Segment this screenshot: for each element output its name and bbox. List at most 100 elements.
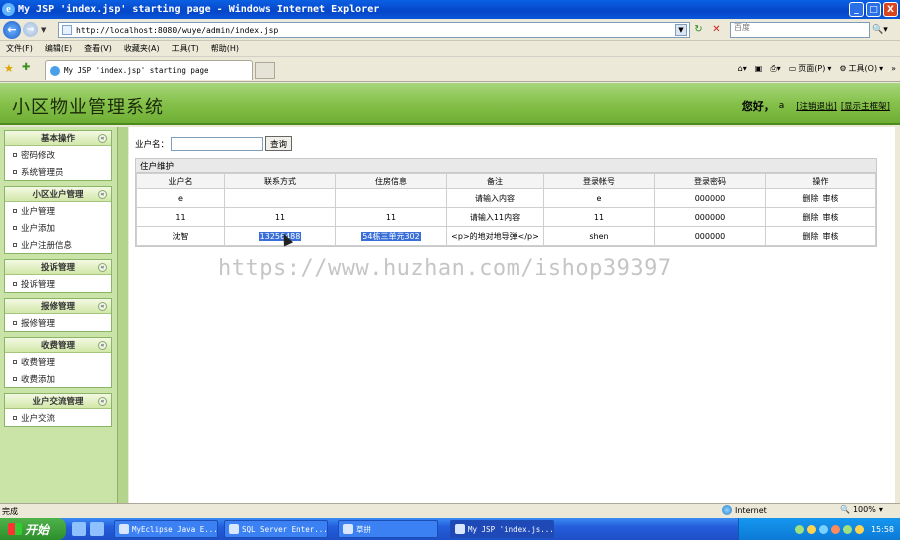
sidebar-group-communication: 业户交流管理 « 业户交流: [4, 393, 112, 427]
forward-arrow-icon[interactable]: →: [23, 22, 38, 37]
system-tray: 15:58: [738, 518, 900, 540]
status-text: 完成: [2, 506, 18, 516]
address-dropdown-icon[interactable]: ▼: [675, 24, 687, 36]
sidebar-item-admins[interactable]: 系统管理员: [5, 163, 111, 180]
toolbar-overflow-icon[interactable]: »: [891, 64, 896, 73]
taskbar-item-ie[interactable]: My JSP 'index.js...: [450, 520, 554, 538]
url-input[interactable]: [76, 25, 636, 35]
review-link[interactable]: 审核: [823, 232, 839, 241]
feeds-icon[interactable]: ▣: [755, 64, 763, 73]
menu-edit[interactable]: 编辑(E): [45, 43, 72, 54]
bullet-icon: [13, 281, 17, 286]
bullet-icon: [13, 152, 17, 157]
search-field[interactable]: [730, 22, 870, 38]
review-link[interactable]: 审核: [823, 213, 839, 222]
sidebar-item-fee-add[interactable]: 收费添加: [5, 370, 111, 387]
cell: [335, 188, 447, 208]
menu-file[interactable]: 文件(F): [6, 43, 33, 54]
collapse-icon[interactable]: «: [98, 134, 107, 143]
address-toolbar: ← → ▼ ▼ ↻ ✕ 🔍▾: [0, 19, 900, 41]
favorites-star-icon[interactable]: ★: [4, 62, 14, 75]
resident-panel: 住户维护 业户名 联系方式 住房信息 备注 登录帐号 登录密码 操作 e 请输入…: [135, 158, 877, 247]
app-icon: [119, 524, 129, 534]
collapse-icon[interactable]: «: [98, 263, 107, 272]
tray-icon[interactable]: [842, 524, 852, 534]
print-icon[interactable]: ⎙▾: [770, 64, 780, 74]
delete-link[interactable]: 删除: [803, 213, 819, 222]
tray-icon[interactable]: [818, 524, 828, 534]
home-icon[interactable]: ⌂▾: [738, 64, 747, 73]
menu-favorites[interactable]: 收藏夹(A): [124, 43, 160, 54]
back-arrow-icon[interactable]: ←: [3, 20, 21, 39]
sidebar-item-communication[interactable]: 业户交流: [5, 409, 111, 426]
collapse-icon[interactable]: «: [98, 190, 107, 199]
collapse-icon[interactable]: «: [98, 397, 107, 406]
stop-icon[interactable]: ✕: [710, 23, 723, 36]
refresh-icon[interactable]: ↻: [692, 23, 705, 36]
tray-icon[interactable]: [806, 524, 816, 534]
logout-link[interactable]: [注销退出]: [796, 100, 837, 112]
sidebar-group-header[interactable]: 基本操作 «: [5, 131, 111, 146]
sidebar-item-resident-add[interactable]: 业户添加: [5, 219, 111, 236]
collapse-icon[interactable]: «: [98, 341, 107, 350]
new-tab-button[interactable]: [255, 62, 275, 79]
sidebar-item-repair-manage[interactable]: 报修管理: [5, 314, 111, 331]
cell: 000000: [654, 188, 766, 208]
tray-icon[interactable]: [794, 524, 804, 534]
zoom-control[interactable]: 🔍 100% ▾: [840, 505, 883, 514]
minimize-button[interactable]: _: [849, 2, 864, 17]
ie-quicklaunch-icon[interactable]: [90, 522, 104, 536]
history-dropdown-icon[interactable]: ▼: [41, 26, 46, 34]
sidebar-item-resident-registration[interactable]: 业户注册信息: [5, 236, 111, 253]
column-header: 业户名: [136, 173, 225, 189]
ie-logo-icon: e: [2, 3, 15, 16]
collapse-icon[interactable]: «: [98, 302, 107, 311]
search-engine-input[interactable]: [734, 23, 854, 32]
taskbar-item-draft[interactable]: 草拼: [338, 520, 438, 538]
clock: 15:58: [870, 524, 894, 534]
cell: e: [136, 188, 225, 208]
tray-icon[interactable]: [854, 524, 864, 534]
sidebar-group-header[interactable]: 小区业户管理 «: [5, 187, 111, 202]
sidebar-item-label: 系统管理员: [21, 167, 64, 178]
windows-flag-icon: [8, 523, 22, 535]
sidebar-item-resident-manage[interactable]: 业户管理: [5, 202, 111, 219]
sidebar-group-header[interactable]: 业户交流管理 «: [5, 394, 111, 409]
sidebar-group-header[interactable]: 投诉管理 «: [5, 260, 111, 275]
left-sidebar: 基本操作 « 密码修改 系统管理员 小区业户管理 « 业户管理 业户添加 业户注…: [0, 127, 128, 503]
security-zone[interactable]: Internet: [722, 505, 767, 515]
taskbar-item-myeclipse[interactable]: MyEclipse Java E...: [114, 520, 218, 538]
actions-cell: 删除 审核: [765, 226, 876, 246]
review-link[interactable]: 审核: [823, 194, 839, 203]
sidebar-group-title: 收费管理: [40, 341, 75, 351]
menu-tools[interactable]: 工具(T): [172, 43, 199, 54]
search-magnifier-icon[interactable]: 🔍▾: [872, 23, 894, 37]
close-button[interactable]: X: [883, 2, 898, 17]
menu-view[interactable]: 查看(V): [84, 43, 112, 54]
sidebar-item-fee-manage[interactable]: 收费管理: [5, 353, 111, 370]
tab-current-page[interactable]: My JSP 'index.jsp' starting page: [45, 60, 253, 80]
sidebar-group-repairs: 报修管理 « 报修管理: [4, 298, 112, 332]
resident-name-input[interactable]: [171, 136, 264, 151]
sidebar-group-header[interactable]: 报修管理 «: [5, 299, 111, 314]
windows-taskbar: 开始 MyEclipse Java E... SQL Server Enter.…: [0, 518, 900, 540]
maximize-button[interactable]: □: [866, 2, 881, 17]
add-favorites-icon[interactable]: ✚: [22, 62, 30, 73]
show-main-frame-link[interactable]: [显示主框架]: [841, 100, 890, 112]
frame-splitter[interactable]: [117, 127, 128, 503]
taskbar-item-sqlserver[interactable]: SQL Server Enter...: [224, 520, 328, 538]
page-menu-button[interactable]: ▭ 页面(P) ▾: [789, 63, 832, 74]
delete-link[interactable]: 删除: [803, 194, 819, 203]
delete-link[interactable]: 删除: [803, 232, 819, 241]
menu-help[interactable]: 帮助(H): [211, 43, 239, 54]
query-button[interactable]: 查询: [265, 136, 293, 151]
show-desktop-icon[interactable]: [72, 522, 86, 536]
address-field[interactable]: ▼: [58, 22, 690, 38]
bullet-icon: [13, 415, 17, 420]
sidebar-item-complaint-manage[interactable]: 投诉管理: [5, 275, 111, 292]
start-button[interactable]: 开始: [0, 518, 66, 540]
tools-menu-button[interactable]: ⚙ 工具(O) ▾: [839, 63, 883, 74]
sidebar-group-header[interactable]: 收费管理 «: [5, 338, 111, 353]
tray-icon[interactable]: [830, 524, 840, 534]
sidebar-item-change-password[interactable]: 密码修改: [5, 146, 111, 163]
